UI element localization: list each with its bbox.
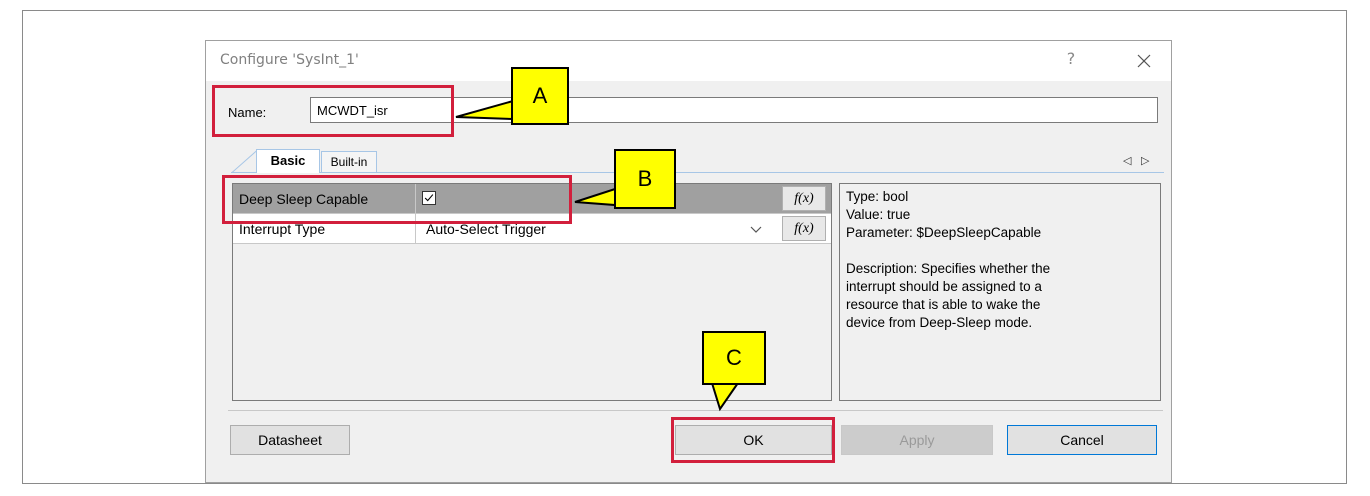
description-panel: Type: bool Value: true Parameter: $DeepS… — [839, 183, 1161, 401]
highlight-box-ok — [671, 417, 835, 463]
description-type: Type: bool — [846, 189, 909, 204]
callout-a: A — [511, 67, 569, 125]
description-text-line: interrupt should be assigned to a — [846, 279, 1042, 294]
tab-scroll-left-icon[interactable]: ◁ — [1123, 154, 1131, 167]
datasheet-button[interactable]: Datasheet — [230, 425, 350, 455]
tab-built-in[interactable]: Built-in — [321, 151, 377, 172]
cancel-button[interactable]: Cancel — [1007, 425, 1157, 455]
description-text-line: device from Deep-Sleep mode. — [846, 315, 1033, 330]
title-bar: Configure 'SysInt_1' ? — [206, 41, 1171, 81]
dialog-title: Configure 'SysInt_1' — [220, 52, 359, 68]
separator — [228, 410, 1163, 411]
description-gap — [846, 242, 1154, 260]
tab-strip-line — [231, 172, 1164, 173]
callout-c: C — [702, 331, 766, 385]
callout-b: B — [614, 149, 676, 209]
highlight-box-deep-sleep — [222, 175, 572, 224]
description-value: Value: true — [846, 207, 911, 222]
apply-button[interactable]: Apply — [841, 425, 993, 455]
tab-basic[interactable]: Basic — [256, 149, 320, 173]
fx-button[interactable]: f(x) — [782, 216, 826, 241]
description-text-line: resource that is able to wake the — [846, 297, 1041, 312]
help-button[interactable]: ? — [1061, 49, 1081, 71]
fx-button[interactable]: f(x) — [782, 186, 826, 211]
description-parameter: Parameter: $DeepSleepCapable — [846, 225, 1042, 240]
tab-scroll-right-icon[interactable]: ▷ — [1141, 154, 1149, 167]
close-icon[interactable] — [1136, 53, 1152, 69]
highlight-box-name — [212, 85, 454, 137]
chevron-down-icon[interactable] — [745, 217, 767, 241]
description-text-line: Description: Specifies whether the — [846, 261, 1051, 276]
tab-slant-decoration — [232, 149, 258, 173]
